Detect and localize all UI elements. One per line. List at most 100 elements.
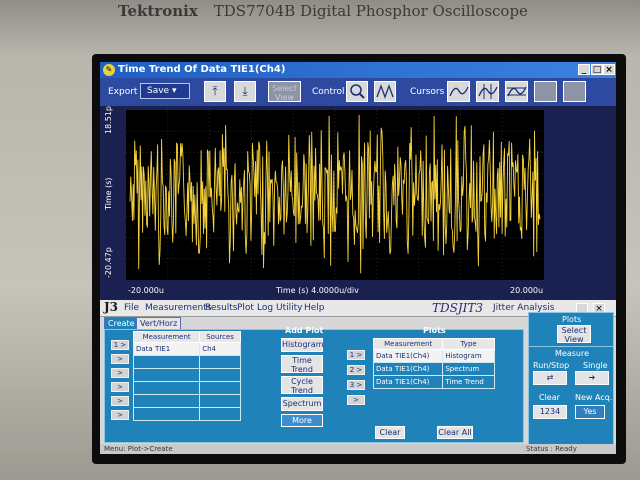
time-trend-button[interactable]: Time Trend	[281, 355, 323, 374]
menu-results[interactable]: Results	[205, 303, 238, 313]
meas-row-2-button[interactable]: >	[111, 354, 129, 364]
cursors-label: Cursors	[410, 87, 445, 97]
plot-row-2-button[interactable]: 2 >	[347, 365, 365, 375]
menu-file[interactable]: File	[124, 303, 139, 313]
arrow-up-icon: ⤒	[212, 84, 218, 98]
cursor-mode-4-button[interactable]	[534, 81, 557, 102]
y-top-label: 18.51p	[104, 106, 113, 134]
table-row[interactable]: Data TIE1(Ch4) Histogram	[372, 349, 495, 363]
table-row[interactable]: Data TIE1(Ch4) Spectrum	[372, 362, 495, 376]
meas-row-1-button[interactable]: 1 >	[111, 340, 129, 350]
control-panel: Plots Select View Measure Run/Stop Singl…	[528, 312, 614, 445]
window-titlebar: ✎ Time Trend Of Data TIE1(Ch4) _ □ ×	[100, 62, 616, 78]
cursor-tool-button[interactable]	[374, 81, 396, 102]
new-acq-label: New Acq.	[575, 393, 613, 402]
minimize-button[interactable]: _	[578, 64, 590, 75]
plots-title: Plots	[423, 326, 446, 335]
run-stop-label: Run/Stop	[533, 361, 570, 370]
menu-plot[interactable]: Plot	[237, 303, 254, 313]
single-label: Single	[583, 361, 608, 370]
cursor-mode-2-button[interactable]	[476, 81, 499, 102]
y-bottom-label: -20.47p	[104, 247, 113, 278]
cursor-wave-icon	[449, 86, 469, 97]
plot-row-3-button[interactable]: 3 >	[347, 380, 365, 390]
clear-plot-button[interactable]: Clear	[375, 426, 405, 439]
run-icon: ⇄	[546, 373, 554, 382]
menu-utility[interactable]: Utility	[276, 303, 302, 313]
arrow-down-icon: ⤓	[242, 84, 248, 98]
table-row[interactable]: Data TIE1(Ch4) Time Trend	[372, 375, 495, 389]
y-axis-title: Time (s)	[104, 177, 113, 210]
time-trend-plot[interactable]	[126, 110, 544, 280]
table-row[interactable]	[132, 394, 241, 408]
zoom-button[interactable]	[346, 81, 368, 102]
status-bar: Menu: Plot->Create Status : Ready	[100, 444, 616, 454]
move-up-button[interactable]: ⤒	[204, 81, 226, 102]
x-right-label: 20.000u	[510, 286, 544, 295]
x-scale-label: Time (s) 4.0000u/div	[276, 286, 359, 295]
control-label: Control	[312, 87, 345, 97]
move-down-button[interactable]: ⤓	[234, 81, 256, 102]
col-plot-measurement: Measurement	[372, 338, 444, 350]
add-plot-title: Add Plot	[285, 326, 324, 335]
jitter-app: J3 File Measurements Results Plot Log Ut…	[100, 300, 616, 454]
col-measurement: Measurement	[132, 331, 201, 343]
spectrum-button[interactable]: Spectrum	[281, 397, 323, 411]
status-ready: Status : Ready	[526, 445, 577, 453]
plot-row-4-button[interactable]: >	[347, 395, 365, 405]
measurement-table: Measurement Sources Data TIE1 Ch4	[132, 331, 241, 421]
status-menu: Menu: Plot->Create	[104, 445, 173, 453]
table-row[interactable]	[132, 368, 241, 382]
meas-row-3-button[interactable]: >	[111, 368, 129, 378]
plot-row-1-button[interactable]: 1 >	[347, 350, 365, 360]
menu-log[interactable]: Log	[257, 303, 273, 313]
select-view-panel-button[interactable]: Select View	[557, 325, 591, 344]
more-button[interactable]: More	[281, 414, 323, 427]
cursor-vbar-icon	[478, 84, 498, 99]
single-run-icon: ➔	[588, 373, 596, 382]
new-acq-yes-button[interactable]: Yes	[575, 405, 605, 419]
product-name: TDSJIT3	[432, 301, 484, 315]
cursor-mode-1-button[interactable]	[447, 81, 470, 102]
clear-all-button[interactable]: Clear All	[437, 426, 473, 439]
table-row[interactable]	[132, 407, 241, 421]
table-row[interactable]	[132, 381, 241, 395]
menu-measurements[interactable]: Measurements	[145, 303, 211, 313]
clear-label: Clear	[539, 393, 560, 402]
plot-panel: 18.51p Time (s) -20.47p -20.000u Time (s…	[100, 106, 616, 300]
cursor-mode-5-button[interactable]	[563, 81, 586, 102]
table-row[interactable]	[132, 355, 241, 369]
close-button[interactable]: ×	[603, 64, 615, 75]
window-title: Time Trend Of Data TIE1(Ch4)	[118, 64, 286, 75]
export-label: Export	[108, 87, 138, 97]
cursor-hbar-icon	[507, 86, 527, 97]
divider	[529, 346, 613, 347]
select-view-button[interactable]: Select View	[268, 81, 301, 102]
plots-table: Measurement Type Data TIE1(Ch4) Histogram …	[372, 338, 495, 389]
screen: ✎ Time Trend Of Data TIE1(Ch4) _ □ × Exp…	[100, 62, 616, 454]
run-stop-button[interactable]: ⇄	[533, 371, 567, 385]
cursor-mode-3-button[interactable]	[505, 81, 528, 102]
meas-row-5-button[interactable]: >	[111, 396, 129, 406]
create-panel: 1 > > > > > > Measurement Sources Data TI…	[104, 326, 524, 443]
histogram-button[interactable]: Histogram	[281, 338, 324, 352]
save-dropdown[interactable]: Save ▾	[140, 83, 190, 99]
single-button[interactable]: ➔	[575, 371, 609, 385]
waveform-icon	[376, 84, 394, 99]
measure-label: Measure	[555, 349, 589, 358]
plots-label: Plots	[562, 315, 582, 324]
maximize-button[interactable]: □	[591, 64, 603, 75]
cycle-trend-button[interactable]: Cycle Trend	[281, 376, 323, 395]
col-plot-type: Type	[442, 338, 495, 350]
chevron-down-icon: ▾	[171, 86, 177, 96]
x-left-label: -20.000u	[128, 286, 164, 295]
magnifier-icon	[350, 84, 365, 99]
bezel-brand: Tektronix TDS7704B Digital Phosphor Oscil…	[118, 2, 528, 20]
meas-row-6-button[interactable]: >	[111, 410, 129, 420]
app-logo: J3	[104, 300, 119, 314]
menu-help[interactable]: Help	[304, 303, 325, 313]
table-row[interactable]: Data TIE1 Ch4	[132, 342, 241, 356]
toolbar: Export Save ▾ ⤒ ⤓ Select View Control Cu…	[100, 78, 616, 106]
clear-measure-button[interactable]: 1234	[533, 405, 567, 419]
meas-row-4-button[interactable]: >	[111, 382, 129, 392]
